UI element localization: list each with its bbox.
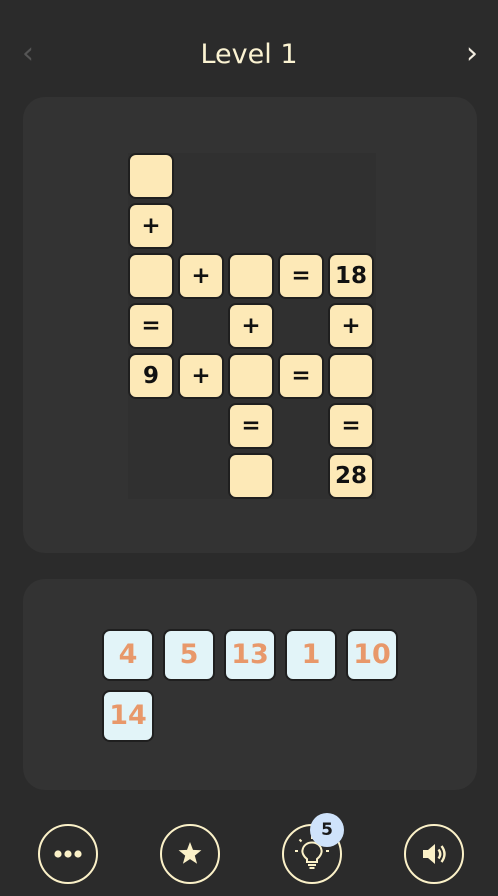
star-button[interactable] [160,824,220,884]
board-cell: + [328,303,374,349]
board-empty-slot[interactable] [128,153,174,199]
sound-button[interactable] [404,824,464,884]
board-cell: = [278,353,324,399]
number-tile[interactable]: 1 [285,629,337,681]
number-tray-panel [23,579,477,790]
hint-count-badge: 5 [310,813,344,847]
board-empty-slot[interactable] [228,353,274,399]
number-tile[interactable]: 5 [163,629,215,681]
number-tile[interactable]: 14 [102,690,154,742]
board-cell: = [128,303,174,349]
board-empty-slot[interactable] [328,353,374,399]
more-button[interactable] [38,824,98,884]
speaker-icon [423,844,446,864]
board-cell: 18 [328,253,374,299]
board-cell: + [178,253,224,299]
board-cell: = [328,403,374,449]
board-cell: + [228,303,274,349]
number-tile[interactable]: 10 [346,629,398,681]
board-cell: = [278,253,324,299]
number-tile[interactable]: 13 [224,629,276,681]
board-empty-slot[interactable] [128,253,174,299]
board-cell: + [128,203,174,249]
board-cell: 28 [328,453,374,499]
board-cell: + [178,353,224,399]
more-icon [54,850,82,858]
board-empty-slot[interactable] [228,453,274,499]
star-icon [178,842,202,864]
level-header: ‹ Level 1 › [0,0,498,100]
board-cell: 9 [128,353,174,399]
level-title: Level 1 [200,39,298,70]
board-cell: = [228,403,274,449]
board-empty-slot[interactable] [228,253,274,299]
number-tile[interactable]: 4 [102,629,154,681]
chevron-right-icon[interactable]: › [452,34,492,76]
